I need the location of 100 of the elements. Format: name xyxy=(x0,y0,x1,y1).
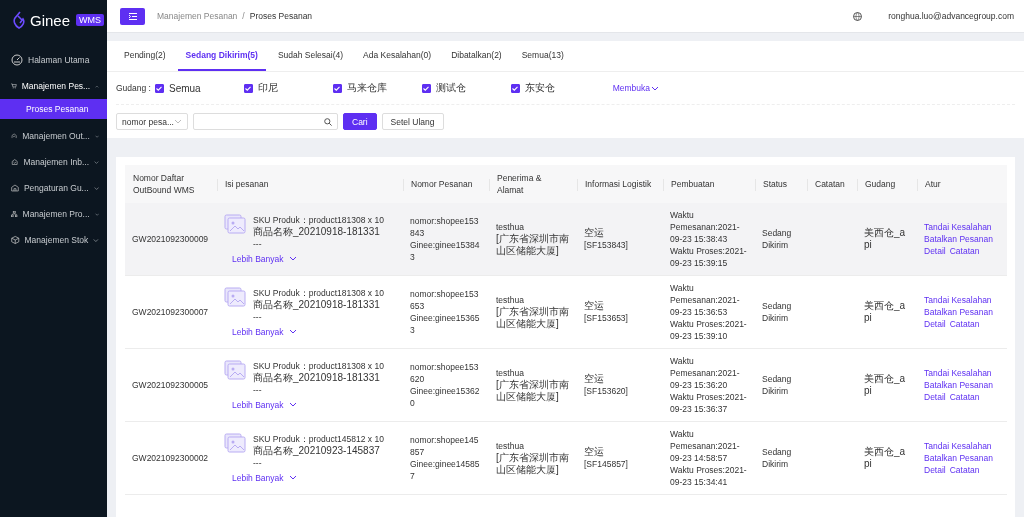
checkbox-label[interactable]: 印尼 xyxy=(258,81,278,95)
action-link[interactable]: Detail xyxy=(924,318,946,330)
order-time: Waktu Pemesanan:2021-09-23 15:38:43 xyxy=(670,209,741,245)
recipient-address: [广东省深圳市南山区储能大厦] xyxy=(496,233,570,257)
action-link[interactable]: Catatan xyxy=(949,464,980,476)
recipient-address: [广东省深圳市南山区储能大厦] xyxy=(496,379,570,403)
checkbox-label[interactable]: 马来仓库 xyxy=(347,81,387,95)
ginee-number: Ginee:ginee153653 xyxy=(410,312,481,336)
more-link[interactable]: Lebih Banyak xyxy=(232,471,297,484)
search-button[interactable]: Cari xyxy=(343,113,377,130)
status-tab[interactable]: Sudah Selesai(4) xyxy=(269,41,352,71)
status-tab[interactable]: Dibatalkan(2) xyxy=(443,41,510,71)
action-link[interactable]: Tandai Kesalahan xyxy=(924,294,992,306)
action-link[interactable]: Batalkan Pesanan xyxy=(924,452,993,464)
action-link[interactable]: Batalkan Pesanan xyxy=(924,233,993,245)
status-tab[interactable]: Semua(13) xyxy=(513,41,572,71)
action-link[interactable]: Detail xyxy=(924,245,946,257)
checkbox[interactable] xyxy=(511,83,520,93)
checkbox[interactable] xyxy=(155,83,164,93)
product-sku: SKU Produk：product181308 x 10 xyxy=(253,213,384,226)
status-text: Sedang Dikirim xyxy=(762,227,793,251)
checkbox[interactable] xyxy=(244,83,253,93)
sidebar-item[interactable]: Halaman Utama xyxy=(0,47,107,73)
warehouse-name: 美西仓_api xyxy=(864,446,907,470)
checkbox[interactable] xyxy=(422,83,431,93)
column-header: Nomor Daftar OutBound WMS xyxy=(125,165,217,203)
checkbox-label[interactable]: 测试仓 xyxy=(436,81,466,95)
status-tab[interactable]: Ada Kesalahan(0) xyxy=(355,41,440,71)
filter-label: Gudang : xyxy=(116,83,151,93)
caret-icon xyxy=(288,256,297,261)
breadcrumb-item[interactable]: Manajemen Pesanan xyxy=(157,11,238,21)
action-link[interactable]: Detail xyxy=(924,464,946,476)
more-link[interactable]: Lebih Banyak xyxy=(232,398,297,411)
caret-icon xyxy=(288,329,297,334)
product-name: 商品名称_20210918-181331 xyxy=(253,298,381,311)
sidebar-item[interactable]: Manajemen Out... xyxy=(0,123,107,149)
wms-number: GW2021092300002 xyxy=(132,452,210,464)
column-header: Catatan xyxy=(807,165,857,203)
column-header: Atur xyxy=(917,165,1007,203)
sidebar-item[interactable]: Manajemen Pes... xyxy=(0,73,107,99)
reset-button[interactable]: Setel Ulang xyxy=(381,113,444,130)
checkbox-label[interactable]: 东安仓 xyxy=(525,81,555,95)
sidebar-item[interactable]: Pengaturan Gu... xyxy=(0,175,107,201)
sidebar-item[interactable]: Manajemen Inb... xyxy=(0,149,107,175)
tracking-number: [SF153620] xyxy=(584,385,629,397)
order-number: nomor:shopee145857 xyxy=(410,434,480,458)
logo-badge: WMS xyxy=(76,14,105,26)
checkmark-icon xyxy=(156,85,163,91)
image-placeholder-icon xyxy=(224,359,246,380)
column-header: Penerima & Alamat xyxy=(489,165,577,203)
product-name: 商品名称_20210918-181331 xyxy=(253,225,381,238)
sidebar-item[interactable]: Manajemen Stok xyxy=(0,227,107,253)
field-type-dropdown[interactable]: nomor pesa... xyxy=(116,113,188,130)
caret-icon xyxy=(288,475,297,480)
action-link[interactable]: Catatan xyxy=(949,391,980,403)
hierarchy-icon xyxy=(11,208,18,220)
more-link[interactable]: Lebih Banyak xyxy=(232,252,297,265)
warehouse-name: 美西仓_api xyxy=(864,300,907,324)
product-extra: --- xyxy=(253,383,263,396)
expand-link[interactable]: Membuka xyxy=(612,83,659,93)
ginee-number: Ginee:ginee153620 xyxy=(410,385,481,409)
process-time: Waktu Proses:2021-09-23 15:39:15 xyxy=(670,245,748,269)
tracking-number: [SF153653] xyxy=(584,312,629,324)
search-field[interactable] xyxy=(193,113,338,130)
action-link[interactable]: Detail xyxy=(924,391,946,403)
user-email[interactable]: ronghua.luo@advancegroup.com xyxy=(888,11,1014,21)
order-number: nomor:shopee153843 xyxy=(410,215,480,239)
sidebar-subitem[interactable]: Proses Pesanan xyxy=(0,99,107,119)
ginee-number: Ginee:ginee153843 xyxy=(410,239,481,263)
checkbox-label[interactable]: Semua xyxy=(169,82,201,94)
dashboard-icon xyxy=(11,54,23,66)
image-placeholder-icon xyxy=(224,213,246,234)
checkmark-icon xyxy=(245,85,252,91)
action-link[interactable]: Batalkan Pesanan xyxy=(924,306,993,318)
product-name: 商品名称_20210923-145837 xyxy=(253,444,381,457)
status-text: Sedang Dikirim xyxy=(762,300,793,324)
recipient-name: testhua xyxy=(496,440,525,452)
action-link[interactable]: Catatan xyxy=(949,318,980,330)
recipient-address: [广东省深圳市南山区储能大厦] xyxy=(496,452,570,476)
action-link[interactable]: Tandai Kesalahan xyxy=(924,440,992,452)
menu-button[interactable] xyxy=(120,7,145,25)
box-icon xyxy=(11,234,20,246)
shipping-method: 空运 xyxy=(584,227,605,239)
image-placeholder-icon xyxy=(224,432,246,453)
action-link[interactable]: Batalkan Pesanan xyxy=(924,379,993,391)
sidebar-item[interactable]: Manajemen Pro... xyxy=(0,201,107,227)
action-link[interactable]: Tandai Kesalahan xyxy=(924,221,992,233)
more-link[interactable]: Lebih Banyak xyxy=(232,325,297,338)
action-link[interactable]: Catatan xyxy=(949,245,980,257)
status-tab[interactable]: Pending(2) xyxy=(116,41,174,71)
table-row[interactable] xyxy=(125,203,1007,276)
caret-icon xyxy=(651,85,659,91)
order-time: Waktu Pemesanan:2021-09-23 14:58:57 xyxy=(670,428,741,464)
column-header: Nomor Pesanan xyxy=(403,165,489,203)
action-link[interactable]: Tandai Kesalahan xyxy=(924,367,992,379)
search-icon xyxy=(324,117,332,126)
checkbox[interactable] xyxy=(333,83,342,93)
recipient-address: [广东省深圳市南山区储能大厦] xyxy=(496,306,570,330)
order-number: nomor:shopee153620 xyxy=(410,361,480,385)
globe-icon xyxy=(853,11,863,21)
